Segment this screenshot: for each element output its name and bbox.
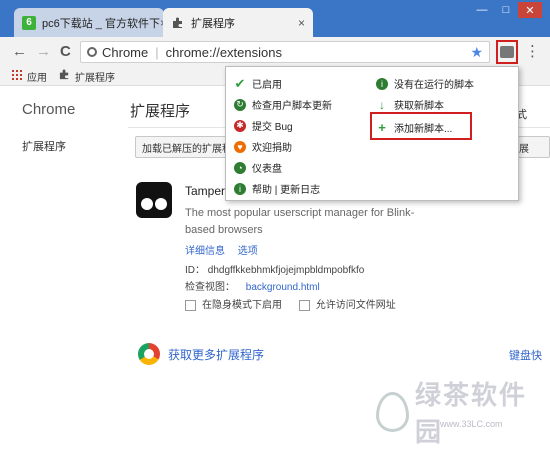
chrome-web-store-icon (138, 343, 160, 365)
pc6-favicon: 6 (22, 15, 36, 30)
download-icon: ↓ (379, 97, 385, 112)
file-access-label: 允许访问文件网址 (315, 300, 396, 311)
watermark-text: 绿茶软件园 (415, 381, 528, 448)
dashboard-icon: ◔ (234, 161, 246, 174)
chrome-page-icon (87, 47, 97, 57)
extension-name: Tamper (185, 184, 226, 198)
menu-item-help[interactable]: i 帮助 | 更新日志 (234, 181, 320, 196)
extension-description: The most popular userscript manager for … (185, 207, 415, 236)
incognito-checkbox[interactable] (185, 299, 196, 311)
menu-item-label: 欢迎捐助 (252, 143, 292, 154)
incognito-label: 在隐身模式下启用 (202, 300, 282, 311)
tab-label: pc6下载站 _ 官方软件下 (42, 17, 160, 30)
bookmark-label: 扩展程序 (75, 72, 115, 84)
menu-item-donate[interactable]: ♥ 欢迎捐助 (234, 139, 292, 154)
sidebar-title: Chrome (22, 101, 76, 118)
separator: | (155, 44, 159, 60)
maximize-button[interactable]: □ (494, 2, 518, 18)
back-button[interactable]: ← (12, 43, 27, 60)
id-label: ID： (185, 265, 205, 276)
get-more-extensions[interactable]: 获取更多扩展程序 (138, 343, 264, 365)
url-text: chrome://extensions (165, 44, 282, 60)
bookmark-extensions[interactable]: 扩展程序 (59, 69, 115, 84)
menu-item-label: 仪表盘 (252, 164, 282, 175)
menu-item-dashboard[interactable]: ◔ 仪表盘 (234, 160, 282, 175)
options-link[interactable]: 选项 (238, 246, 258, 257)
sidebar-item-extensions[interactable]: 扩展程序 (22, 138, 66, 154)
menu-item-label: 提交 Bug (252, 122, 293, 133)
minimize-button[interactable]: — (470, 2, 494, 18)
reload-button[interactable]: C (60, 43, 71, 60)
watermark: 绿茶软件园 (376, 375, 550, 449)
star-icon[interactable]: ★ (470, 44, 483, 61)
close-tab-icon[interactable]: × (298, 16, 305, 30)
menu-item-label: 帮助 | 更新日志 (252, 185, 321, 196)
menu-item-enabled[interactable]: ✔ 已启用 (234, 75, 282, 92)
tampermonkey-logo-icon (136, 182, 172, 218)
tampermonkey-extension-button[interactable] (496, 40, 518, 64)
inspect-label: 检查视图： (185, 282, 235, 293)
donate-icon: ♥ (234, 140, 246, 153)
tampermonkey-icon (500, 46, 514, 58)
help-icon: i (234, 182, 246, 195)
menu-item-label: 检查用户脚本更新 (252, 101, 332, 112)
address-bar[interactable]: Chrome | chrome://extensions ★ (80, 41, 490, 63)
get-more-extensions-link[interactable]: 获取更多扩展程序 (168, 346, 264, 363)
page-title: 扩展程序 (130, 103, 191, 120)
load-unpacked-button[interactable]: 加载已解压的扩展程 (135, 136, 231, 158)
chrome-menu-button[interactable]: ⋮ (525, 42, 540, 60)
check-icon: ✔ (234, 75, 246, 91)
menu-item-check-updates[interactable]: ↻ 检查用户脚本更新 (234, 97, 332, 112)
file-access-checkbox[interactable] (298, 299, 310, 311)
keyboard-shortcuts-link[interactable]: 键盘快 (509, 347, 542, 363)
tab-extensions[interactable]: 扩展程序 × (163, 8, 313, 37)
info-icon: i (376, 77, 388, 90)
menu-item-no-running-scripts: i 没有在运行的脚本 (376, 76, 474, 91)
menu-item-get-new-scripts[interactable]: ↓ 获取新脚本 (376, 97, 444, 113)
close-window-button[interactable]: ✕ (518, 2, 542, 18)
bug-icon: ✱ (234, 119, 246, 132)
extension-id: dhdgffkkebhmkfjojejmpbldmpobfkfo (207, 265, 365, 276)
watermark-logo-icon (376, 392, 409, 432)
bookmark-apps[interactable]: 应用 (12, 69, 47, 84)
puzzle-icon (171, 16, 185, 30)
menu-item-report-bug[interactable]: ✱ 提交 Bug (234, 118, 293, 133)
site-label: Chrome (102, 44, 149, 60)
tab-pc6[interactable]: 6 pc6下载站 _ 官方软件下 × (14, 8, 164, 37)
background-page-link[interactable]: background.html (246, 282, 320, 293)
menu-item-label: 没有在运行的脚本 (394, 80, 474, 91)
apps-grid-icon (12, 69, 22, 83)
puzzle-icon (59, 69, 70, 83)
tab-label: 扩展程序 (191, 17, 235, 30)
refresh-icon: ↻ (234, 98, 246, 111)
watermark-url: www.33LC.com (440, 419, 503, 429)
forward-button[interactable]: → (36, 43, 51, 60)
menu-item-label: 已启用 (252, 80, 282, 91)
details-link[interactable]: 详细信息 (185, 246, 225, 257)
menu-item-label: 获取新脚本 (394, 101, 444, 112)
window-controls: — □ ✕ (470, 2, 542, 20)
bookmark-label: 应用 (27, 72, 47, 84)
highlight-add-new-script (370, 112, 472, 140)
